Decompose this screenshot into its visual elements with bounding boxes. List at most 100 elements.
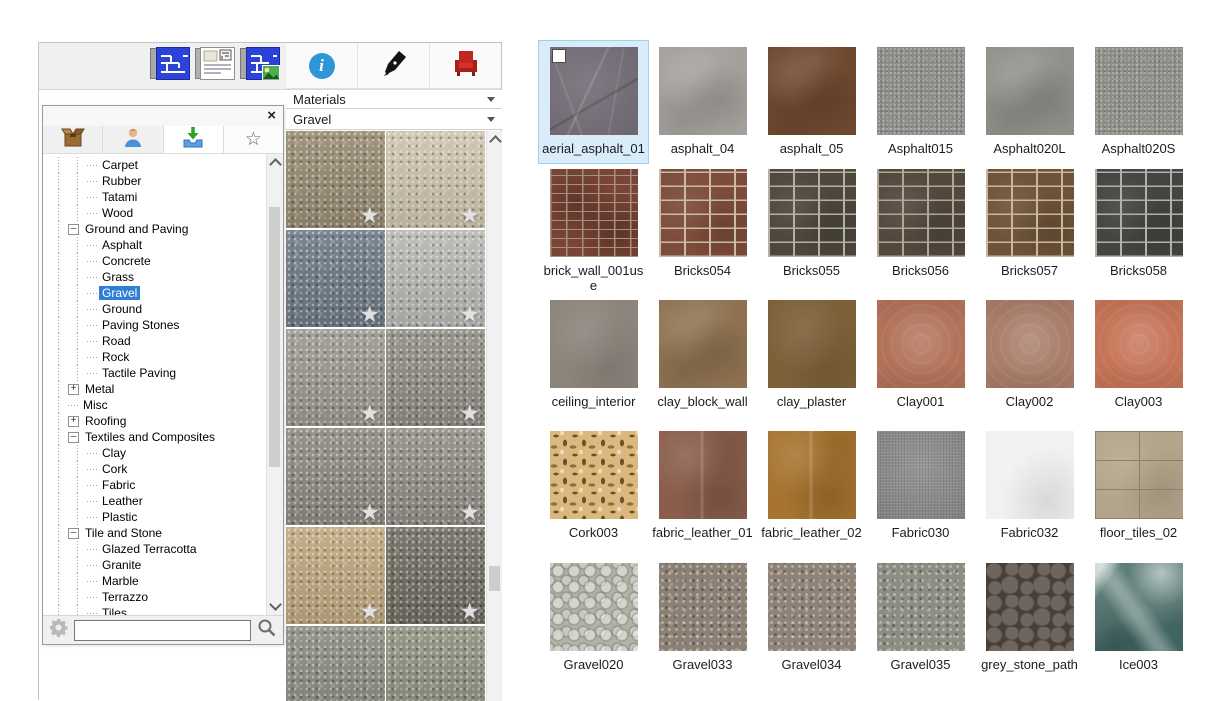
tree-item-tactile-paving[interactable]: Tactile Paving bbox=[43, 365, 266, 381]
texture-thumbnail[interactable]: ★ bbox=[386, 626, 485, 701]
texture-thumbnail[interactable]: ★ bbox=[286, 626, 385, 701]
tree-item-rock[interactable]: Rock bbox=[43, 349, 266, 365]
tree-item-roofing[interactable]: +Roofing bbox=[43, 413, 266, 429]
magnifier-icon[interactable] bbox=[257, 618, 277, 643]
tree-item-clay[interactable]: Clay bbox=[43, 445, 266, 461]
favorite-star-icon[interactable]: ★ bbox=[359, 402, 380, 425]
material-item-bricks058[interactable]: Bricks058 bbox=[1084, 163, 1193, 294]
selection-checkbox[interactable] bbox=[552, 49, 566, 63]
favorite-star-icon[interactable]: ★ bbox=[459, 501, 480, 524]
tree-item-asphalt[interactable]: Asphalt bbox=[43, 237, 266, 253]
tree-expand-icon[interactable]: + bbox=[68, 384, 79, 395]
search-input[interactable] bbox=[74, 620, 251, 641]
material-item-fabric-leather-01[interactable]: fabric_leather_01 bbox=[648, 425, 757, 557]
material-item-gravel020[interactable]: Gravel020 bbox=[539, 557, 648, 692]
tree-item-grass[interactable]: Grass bbox=[43, 269, 266, 285]
texture-thumbnail[interactable]: ★ bbox=[286, 527, 385, 624]
material-item-bricks056[interactable]: Bricks056 bbox=[866, 163, 975, 294]
texture-thumbnail[interactable]: ★ bbox=[386, 131, 485, 228]
material-item-clay001[interactable]: Clay001 bbox=[866, 294, 975, 425]
tree-item-gravel[interactable]: Gravel bbox=[43, 285, 266, 301]
scrollbar-thumb[interactable] bbox=[489, 566, 500, 591]
texture-thumbnail[interactable]: ★ bbox=[386, 428, 485, 525]
material-item-brick-wall-001use[interactable]: brick_wall_001use bbox=[539, 163, 648, 294]
material-item-clay-plaster[interactable]: clay_plaster bbox=[757, 294, 866, 425]
tree-item-metal[interactable]: +Metal bbox=[43, 381, 266, 397]
material-item-asphalt015[interactable]: Asphalt015 bbox=[866, 41, 975, 163]
tree-item-tatami[interactable]: Tatami bbox=[43, 189, 266, 205]
material-item-grey-stone-path[interactable]: grey_stone_path bbox=[975, 557, 1084, 692]
tree-item-road[interactable]: Road bbox=[43, 333, 266, 349]
tree-item-glazed-terracotta[interactable]: Glazed Terracotta bbox=[43, 541, 266, 557]
material-item-clay-block-wall[interactable]: clay_block_wall bbox=[648, 294, 757, 425]
material-item-cork003[interactable]: Cork003 bbox=[539, 425, 648, 557]
texture-thumbnail[interactable]: ★ bbox=[386, 527, 485, 624]
tree-item-leather[interactable]: Leather bbox=[43, 493, 266, 509]
tree-collapse-icon[interactable]: – bbox=[68, 224, 79, 235]
material-item-fabric-leather-02[interactable]: fabric_leather_02 bbox=[757, 425, 866, 557]
texture-scrollbar[interactable] bbox=[486, 131, 502, 701]
tree-item-plastic[interactable]: Plastic bbox=[43, 509, 266, 525]
tree-item-textiles-and-composites[interactable]: –Textiles and Composites bbox=[43, 429, 266, 445]
scrollbar-thumb[interactable] bbox=[269, 207, 280, 467]
tree-item-ground[interactable]: Ground bbox=[43, 301, 266, 317]
tree-expand-icon[interactable]: + bbox=[68, 416, 79, 427]
material-item-gravel035[interactable]: Gravel035 bbox=[866, 557, 975, 692]
panel-title-bar[interactable]: × bbox=[43, 106, 283, 126]
texture-thumbnail[interactable]: ★ bbox=[286, 329, 385, 426]
material-item-gravel033[interactable]: Gravel033 bbox=[648, 557, 757, 692]
tree-item-ground-and-paving[interactable]: –Ground and Paving bbox=[43, 221, 266, 237]
tab-import[interactable] bbox=[164, 126, 224, 153]
tree-item-terrazzo[interactable]: Terrazzo bbox=[43, 589, 266, 605]
tree-collapse-icon[interactable]: – bbox=[68, 432, 79, 443]
tab-person[interactable] bbox=[103, 126, 163, 153]
favorite-star-icon[interactable]: ★ bbox=[459, 303, 480, 326]
material-item-ice003[interactable]: Ice003 bbox=[1084, 557, 1193, 692]
material-item-asphalt-04[interactable]: asphalt_04 bbox=[648, 41, 757, 163]
tree-item-marble[interactable]: Marble bbox=[43, 573, 266, 589]
material-item-ceiling-interior[interactable]: ceiling_interior bbox=[539, 294, 648, 425]
texture-thumbnail[interactable]: ★ bbox=[286, 131, 385, 228]
library-dropdown[interactable]: Materials bbox=[286, 90, 502, 109]
floor-plan-view-button[interactable] bbox=[149, 48, 191, 83]
tree-item-carpet[interactable]: Carpet bbox=[43, 157, 266, 173]
material-item-gravel034[interactable]: Gravel034 bbox=[757, 557, 866, 692]
material-item-bricks054[interactable]: Bricks054 bbox=[648, 163, 757, 294]
pen-button[interactable] bbox=[357, 43, 429, 88]
texture-thumbnail[interactable]: ★ bbox=[386, 329, 485, 426]
material-item-aerial-asphalt-01[interactable]: aerial_asphalt_01 bbox=[539, 41, 648, 163]
scroll-up-icon[interactable] bbox=[269, 158, 282, 171]
tab-favorites[interactable]: ☆ bbox=[224, 126, 283, 153]
tree-item-tiles[interactable]: Tiles bbox=[43, 605, 266, 615]
material-item-asphalt-05[interactable]: asphalt_05 bbox=[757, 41, 866, 163]
texture-thumbnail[interactable]: ★ bbox=[286, 428, 385, 525]
tree-item-misc[interactable]: Misc bbox=[43, 397, 266, 413]
favorite-star-icon[interactable]: ★ bbox=[459, 600, 480, 623]
tab-package[interactable] bbox=[43, 126, 103, 153]
furniture-button[interactable] bbox=[429, 43, 501, 88]
material-item-floor-tiles-02[interactable]: floor_tiles_02 bbox=[1084, 425, 1193, 557]
gear-icon[interactable] bbox=[49, 618, 68, 642]
tree-item-concrete[interactable]: Concrete bbox=[43, 253, 266, 269]
scroll-down-icon[interactable] bbox=[269, 598, 282, 611]
favorite-star-icon[interactable]: ★ bbox=[359, 303, 380, 326]
tree-item-cork[interactable]: Cork bbox=[43, 461, 266, 477]
material-item-asphalt020s[interactable]: Asphalt020S bbox=[1084, 41, 1193, 163]
tree-item-granite[interactable]: Granite bbox=[43, 557, 266, 573]
texture-thumbnail[interactable]: ★ bbox=[286, 230, 385, 327]
favorite-star-icon[interactable]: ★ bbox=[359, 600, 380, 623]
material-item-bricks055[interactable]: Bricks055 bbox=[757, 163, 866, 294]
tree-item-rubber[interactable]: Rubber bbox=[43, 173, 266, 189]
tree-scrollbar[interactable] bbox=[266, 154, 283, 615]
favorite-star-icon[interactable]: ★ bbox=[359, 204, 380, 227]
material-item-fabric032[interactable]: Fabric032 bbox=[975, 425, 1084, 557]
plan-photo-view-button[interactable] bbox=[239, 48, 281, 83]
info-button[interactable]: i bbox=[286, 43, 357, 88]
texture-thumbnail[interactable]: ★ bbox=[386, 230, 485, 327]
tree-item-fabric[interactable]: Fabric bbox=[43, 477, 266, 493]
tree-collapse-icon[interactable]: – bbox=[68, 528, 79, 539]
scroll-up-icon[interactable] bbox=[489, 135, 502, 148]
favorite-star-icon[interactable]: ★ bbox=[459, 402, 480, 425]
material-item-fabric030[interactable]: Fabric030 bbox=[866, 425, 975, 557]
material-item-clay003[interactable]: Clay003 bbox=[1084, 294, 1193, 425]
